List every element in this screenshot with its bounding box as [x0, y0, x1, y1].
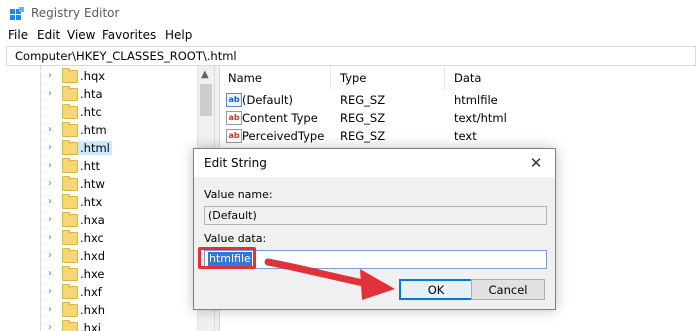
folder-icon [62, 284, 78, 299]
tree-item[interactable]: › .htt [0, 158, 196, 176]
column-header-data[interactable]: Data [454, 71, 481, 85]
value-row[interactable]: ab Content Type REG_SZ text/html [220, 109, 700, 127]
folder-icon [62, 158, 78, 173]
string-value-icon: ab [226, 93, 242, 107]
scroll-up-icon[interactable]: ▲ [201, 69, 209, 80]
string-value-icon: ab [226, 129, 242, 143]
menu-help[interactable]: Help [165, 28, 192, 42]
chevron-right-icon[interactable]: › [48, 70, 58, 82]
chevron-right-icon[interactable]: › [48, 250, 58, 262]
tree-item[interactable]: › .hxc [0, 230, 196, 248]
chevron-right-icon[interactable]: › [48, 160, 58, 172]
string-value-icon: ab [226, 111, 242, 125]
tree-item[interactable]: › .hxf [0, 284, 196, 302]
tree-item[interactable]: › .htw [0, 176, 196, 194]
chevron-right-icon[interactable]: › [48, 214, 58, 226]
value-row[interactable]: ab PerceivedType REG_SZ text [220, 127, 700, 145]
tree-item[interactable]: › .hta [0, 86, 196, 104]
scrollbar-thumb[interactable] [200, 84, 212, 116]
chevron-right-icon[interactable]: › [48, 142, 58, 154]
registry-editor-icon [10, 7, 24, 20]
folder-icon [62, 140, 78, 155]
menu-file[interactable]: File [8, 28, 28, 42]
chevron-right-icon[interactable]: › [48, 88, 58, 100]
tree-guide-line [40, 66, 41, 331]
folder-icon [62, 266, 78, 281]
value-data-label: Value data: [204, 232, 267, 245]
chevron-right-icon[interactable]: › [48, 322, 58, 331]
folder-icon [62, 194, 78, 209]
tree-item[interactable]: › .hxe [0, 266, 196, 284]
chevron-right-icon[interactable]: › [48, 178, 58, 190]
key-tree: › .hqx › .hta .htc › .htm › .html › .htt › .ht… [0, 66, 214, 331]
dialog-title-bar[interactable]: Edit String ✕ [194, 149, 555, 177]
folder-icon [62, 230, 78, 245]
folder-icon [62, 302, 78, 317]
value-row[interactable]: ab (Default) REG_SZ htmlfile [220, 91, 700, 109]
folder-icon [62, 320, 78, 331]
value-name-label: Value name: [204, 188, 273, 201]
menu-favorites[interactable]: Favorites [102, 28, 156, 42]
column-header-type[interactable]: Type [340, 71, 366, 85]
address-bar[interactable]: Computer\HKEY_CLASSES_ROOT\.html [6, 46, 696, 66]
folder-icon [62, 86, 78, 101]
chevron-right-icon[interactable]: › [48, 268, 58, 280]
folder-icon [62, 68, 78, 83]
tree-item[interactable]: › .htm [0, 122, 196, 140]
chevron-right-icon[interactable]: › [48, 232, 58, 244]
tree-item[interactable]: › .hxh [0, 302, 196, 320]
tree-item[interactable]: › .hxi [0, 320, 196, 331]
chevron-right-icon[interactable]: › [48, 124, 58, 136]
dialog-title: Edit String [204, 156, 267, 170]
value-name-text: (Default) [208, 209, 257, 222]
tree-item[interactable]: › .hxa [0, 212, 196, 230]
close-icon[interactable]: ✕ [523, 151, 549, 175]
chevron-right-icon[interactable]: › [48, 286, 58, 298]
column-header-name[interactable]: Name [228, 71, 262, 85]
annotation-highlight-box [198, 247, 256, 269]
chevron-right-icon[interactable]: › [48, 196, 58, 208]
column-divider[interactable] [444, 66, 445, 90]
address-path: Computer\HKEY_CLASSES_ROOT\.html [15, 49, 237, 63]
folder-icon [62, 104, 78, 119]
tree-item[interactable]: › .hxd [0, 248, 196, 266]
menu-bar: File Edit View Favorites Help [0, 26, 700, 45]
ok-button[interactable]: OK [399, 279, 473, 300]
edit-string-dialog: Edit String ✕ Value name: (Default) Valu… [193, 148, 556, 310]
chevron-right-icon[interactable]: › [48, 304, 58, 316]
menu-view[interactable]: View [67, 28, 95, 42]
menu-edit[interactable]: Edit [37, 28, 60, 42]
cancel-button[interactable]: Cancel [471, 279, 545, 300]
folder-icon [62, 212, 78, 227]
folder-icon [62, 248, 78, 263]
tree-item[interactable]: .htc [0, 104, 196, 122]
column-divider[interactable] [330, 66, 331, 90]
tree-item[interactable]: › .htx [0, 194, 196, 212]
tree-item-selected[interactable]: › .html [0, 140, 196, 158]
folder-icon [62, 176, 78, 191]
tree-item[interactable]: › .hqx [0, 68, 196, 86]
title-bar: Registry Editor [0, 0, 700, 26]
folder-icon [62, 122, 78, 137]
value-name-field: (Default) [204, 206, 547, 225]
window-title: Registry Editor [31, 6, 120, 20]
